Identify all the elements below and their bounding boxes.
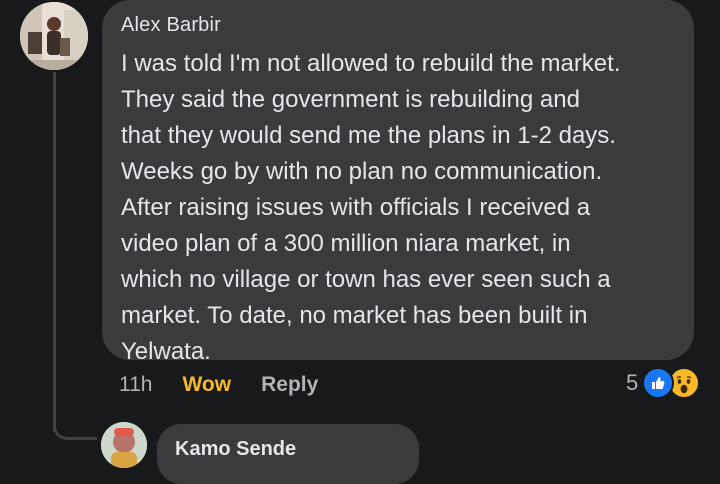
reaction-summary[interactable]: 5 <box>626 366 701 400</box>
reply-author[interactable]: Kamo Sende <box>175 438 296 461</box>
comment-author[interactable]: Alex Barbir <box>121 14 221 37</box>
reply-bubble: Kamo Sende <box>157 424 419 484</box>
comment-text-line: which no village or town has ever seen s… <box>121 266 611 293</box>
reply-thread-connector <box>53 420 97 440</box>
thread-line <box>53 72 56 432</box>
avatar[interactable] <box>20 2 88 70</box>
comment-text-line: They said the government is rebuilding a… <box>121 86 580 113</box>
reply-avatar[interactable] <box>101 422 147 468</box>
comment-text-line: After raising issues with officials I re… <box>121 194 591 221</box>
comment-text-line: I was told I'm not allowed to rebuild th… <box>121 50 621 77</box>
reaction-count: 5 <box>626 370 639 395</box>
comment-bubble: Alex Barbir I was told I'm not allowed t… <box>102 0 694 365</box>
comment-timestamp[interactable]: 11h <box>119 373 152 397</box>
reply-avatar-photo <box>101 422 147 468</box>
comment-text-line: Yelwata. <box>121 338 211 365</box>
comment-text-line: that they would send me the plans in 1-2… <box>121 122 616 149</box>
comment-text: I was told I'm not allowed to rebuild th… <box>121 46 681 370</box>
comment-text-line: market. To date, no market has been buil… <box>121 302 588 329</box>
wow-reaction-button[interactable]: Wow <box>182 373 231 397</box>
avatar-photo <box>20 2 88 70</box>
comment-text-line: Weeks go by with no plan no communicatio… <box>121 158 603 185</box>
reply-button[interactable]: Reply <box>261 373 318 397</box>
comment-actions: 11h Wow Reply <box>119 370 318 400</box>
comment-text-line: video plan of a 300 million niara market… <box>121 230 571 257</box>
like-icon <box>642 367 675 399</box>
